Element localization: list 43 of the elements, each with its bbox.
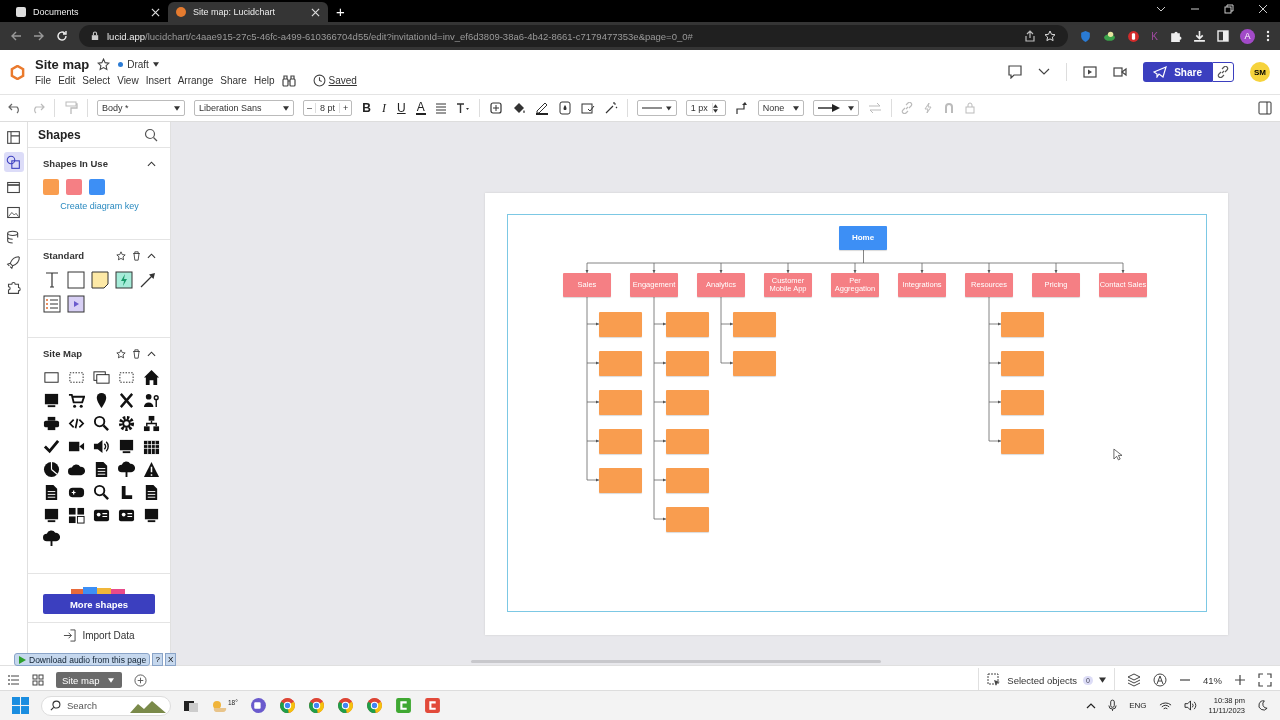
menu-item[interactable]: Help [253,75,279,86]
profile-avatar[interactable]: A [1240,28,1255,44]
menu-item[interactable]: Share [220,75,251,86]
user-avatar[interactable]: SM [1250,62,1270,82]
download-audio-button[interactable]: Download audio from this page [14,653,151,666]
menu-item[interactable]: Edit [58,75,80,86]
status-dropdown[interactable]: Draft [118,59,159,70]
document-title[interactable]: Site map [35,57,90,72]
selected-objects-label[interactable]: Selected objects [1007,674,1078,686]
create-key-link[interactable]: Create diagram key [43,201,156,211]
new-tab-button[interactable]: + [328,2,353,22]
section-title[interactable]: Standard [43,250,110,261]
font-dropdown[interactable]: Liberation Sans [194,100,294,116]
taskbar-search-field[interactable]: Search [41,695,171,716]
italic-button[interactable]: I [380,100,387,116]
menu-item[interactable]: File [35,75,56,86]
text-style-dropdown[interactable]: Body * [97,100,185,116]
import-data-link[interactable]: Import Data [82,630,135,641]
section-title[interactable]: Shapes In Use [43,158,141,169]
browser-tab[interactable]: Site map: Lucidchart [168,2,328,22]
more-shapes-button[interactable]: More shapes [43,594,155,614]
menu-item[interactable]: Select [82,75,115,86]
zoom-level[interactable]: 41% [1203,674,1222,686]
menu-item[interactable]: View [117,75,143,86]
underline-button[interactable]: U [395,101,407,115]
help-button[interactable]: ? [152,653,164,666]
line-width-field[interactable]: 1 px [685,100,726,116]
menu-item[interactable]: Arrange [177,75,218,86]
address-field[interactable]: lucid.app/lucidchart/c4aae915-27c5-46fc-a499-610366704d55/edit?invitationId=inv_ef6d3809-38a6-4b42-8661-c7179477353e&page=0_0# [79,25,1069,47]
bold-button[interactable]: B [361,101,372,115]
font-size-field[interactable]: – 8 pt + [303,100,353,116]
browser-tab[interactable]: Documents [8,2,168,22]
close-button[interactable]: X [165,653,177,666]
panel-title: Shapes [38,127,81,142]
saved-link[interactable]: Saved [328,75,357,86]
language-indicator[interactable]: ENG [1129,701,1147,710]
menu-item[interactable]: Insert [145,75,175,86]
line-start-dropdown[interactable]: None [757,100,804,116]
section-title[interactable]: Site Map [43,348,110,359]
diagram-node: Home [839,226,887,250]
font-color-button[interactable]: A [415,101,426,115]
page-tab[interactable]: Site map [56,672,122,688]
share-button[interactable]: Share [1143,62,1212,82]
